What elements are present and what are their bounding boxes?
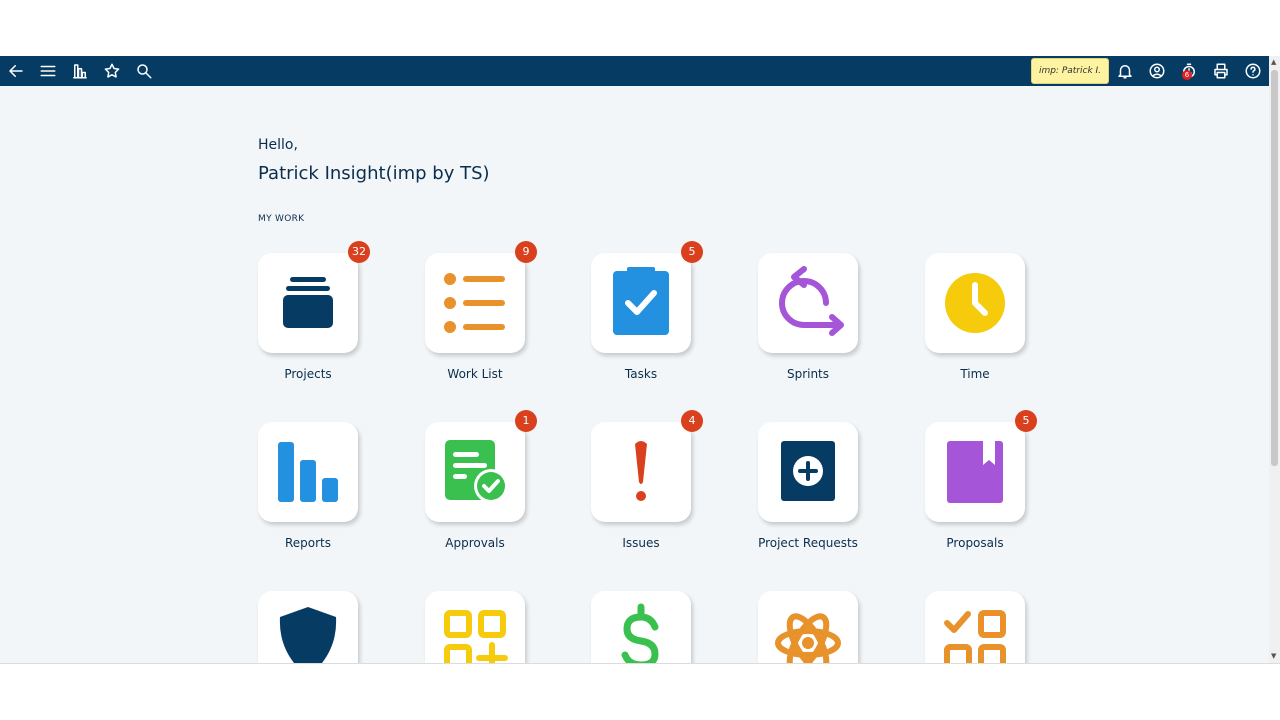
tile-sprints[interactable] [758,253,858,353]
apps-grid-icon [444,610,508,663]
scroll-up-arrow-icon[interactable]: ▲ [1271,58,1276,66]
tile-label-projects: Projects [284,367,332,381]
tile-projects[interactable]: 32 [258,241,370,353]
tile-finance[interactable] [591,591,691,663]
time-icon [945,273,1005,333]
sprints-icon [779,266,844,336]
print-icon[interactable] [1206,56,1236,86]
tile-label-tasks: Tasks [624,367,658,381]
issues-count-badge: 4 [681,410,703,432]
tile-security[interactable] [258,591,358,663]
tile-label-project-requests: Project Requests [758,536,858,550]
tile-apps[interactable] [425,591,525,663]
tile-label-approvals: Approvals [445,536,505,550]
tile-innovation[interactable] [758,591,858,663]
help-icon[interactable] [1238,56,1268,86]
user-name-heading: Patrick Insight(imp by TS) [258,163,490,184]
tile-reports[interactable] [258,422,358,522]
projects-icon [283,277,333,328]
notification-count-badge: 6 [1182,70,1192,80]
tile-project-requests[interactable] [758,422,858,522]
tile-label-issues: Issues [622,536,660,550]
star-icon[interactable] [97,56,127,86]
tile-tasks[interactable]: 5 [591,241,703,353]
menu-icon[interactable] [33,56,63,86]
impersonation-badge[interactable]: imp: Patrick I. [1031,58,1109,84]
tasks-icon [613,267,669,335]
section-title-my-work: MY WORK [258,214,305,224]
project-requests-icon [781,441,835,501]
approvals-count-badge: 1 [515,410,537,432]
work-list-count-badge: 9 [515,241,537,263]
projects-count-badge: 32 [348,241,370,263]
greeting-hello: Hello, [258,137,298,153]
search-icon[interactable] [129,56,159,86]
top-navigation-bar: imp: Patrick I. 6 [0,56,1269,86]
tasks-count-badge: 5 [681,241,703,263]
timer-icon[interactable]: 6 [1174,56,1204,86]
proposals-icon [947,441,1003,503]
reports-chart-icon [278,442,338,502]
atom-icon [775,613,841,663]
scroll-down-arrow-icon[interactable]: ▼ [1271,652,1276,660]
bottom-blank-area [0,663,1280,720]
dollar-icon [621,603,659,663]
reports-icon[interactable] [65,56,95,86]
user-circle-icon[interactable] [1142,56,1172,86]
vertical-scrollbar[interactable]: ▲ ▼ [1269,56,1280,663]
tile-proposals[interactable]: 5 [925,410,1037,522]
tile-label-time: Time [960,367,990,381]
tile-label-reports: Reports [284,536,332,550]
approvals-icon [445,440,508,503]
tile-approvals[interactable]: 1 [425,410,537,522]
bell-icon[interactable] [1110,56,1140,86]
proposals-count-badge: 5 [1015,410,1037,432]
checklist-grid-icon [944,610,1006,663]
scrollbar-thumb[interactable] [1271,70,1278,466]
tile-issues[interactable]: 4 [591,410,703,522]
tile-work-list[interactable]: 9 [425,241,537,353]
tile-label-proposals: Proposals [946,536,1004,550]
work-list-icon [444,273,505,333]
issues-icon [635,441,647,501]
tile-checklists[interactable] [925,591,1025,663]
shield-icon [279,607,337,663]
tile-label-work-list: Work List [447,367,503,381]
back-arrow-icon[interactable] [1,56,31,86]
tile-time[interactable] [925,253,1025,353]
main-content: Hello, Patrick Insight(imp by TS) MY WOR… [0,86,1269,663]
tile-label-sprints: Sprints [786,367,830,381]
